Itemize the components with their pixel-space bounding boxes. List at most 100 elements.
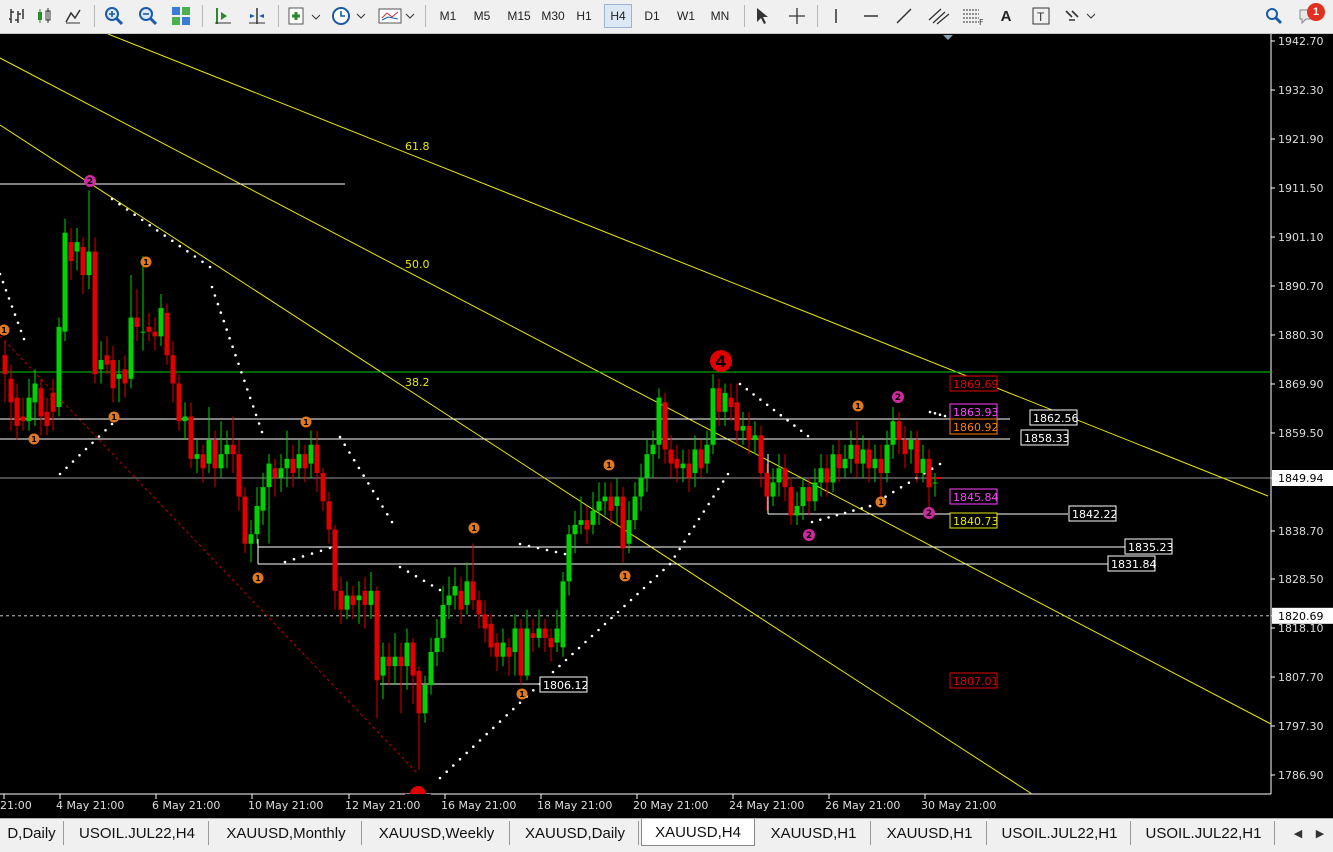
chart-tab[interactable]: D,Daily <box>0 821 64 845</box>
sar-dot <box>590 634 594 638</box>
price-tick-label: 1820.69 <box>1278 610 1324 623</box>
candlestick-icon[interactable] <box>33 4 55 28</box>
bar-chart-icon[interactable] <box>6 4 28 28</box>
candle-body <box>560 581 566 648</box>
templates-icon[interactable] <box>378 4 416 28</box>
sar-dot <box>319 549 323 553</box>
zoom-out-icon[interactable] <box>137 4 159 28</box>
candle-body <box>374 590 380 681</box>
zoom-in-icon[interactable] <box>103 4 125 28</box>
fibonacci-icon[interactable]: F <box>960 4 986 28</box>
candle-body <box>728 397 734 408</box>
chart-tab[interactable]: XAUUSD,H1 <box>873 821 987 845</box>
wave-marker-label: 1 <box>111 413 117 422</box>
wave-marker-label: 2 <box>87 177 93 187</box>
candle-body <box>836 454 842 469</box>
chart-tab[interactable]: XAUUSD,Monthly <box>211 821 362 845</box>
tile-windows-icon[interactable] <box>170 4 192 28</box>
candle-body <box>140 331 146 333</box>
wave-marker-label: 1 <box>878 498 884 507</box>
sar-dot <box>228 336 231 340</box>
candle-body <box>902 440 908 455</box>
candle-body <box>326 501 332 530</box>
candle-body <box>8 378 14 403</box>
tabs-scroll-right-icon[interactable]: ▶ <box>1312 823 1328 843</box>
candle-body <box>2 355 8 375</box>
candle-body <box>548 637 554 648</box>
candle-body <box>218 454 224 469</box>
sar-dot <box>163 234 167 237</box>
sar-dot <box>91 441 94 445</box>
candle-body <box>926 458 932 488</box>
trendline-icon[interactable] <box>893 4 915 28</box>
candle-body <box>110 359 116 389</box>
sar-dot <box>84 447 88 451</box>
candle-body <box>518 628 524 676</box>
price-tick-label: 1797.30 <box>1278 720 1324 733</box>
line-chart-icon[interactable] <box>62 4 84 28</box>
candle-body <box>284 458 290 469</box>
vertical-line-icon[interactable] <box>826 4 846 28</box>
chart-tab[interactable]: XAUUSD,Daily <box>512 821 639 845</box>
candle-body <box>20 416 26 422</box>
timeframe-mn-button[interactable]: MN <box>706 4 734 28</box>
tabs-scroll-left-icon[interactable]: ◀ <box>1290 823 1306 843</box>
price-chart[interactable]: 61.8 50.0 38.2 1869.69 1863.93 1860.92 1862.56… <box>0 33 1333 818</box>
sar-dot <box>765 403 769 407</box>
text-label-icon[interactable]: T <box>1030 4 1052 28</box>
timeframe-h4-button[interactable]: H4 <box>604 4 632 28</box>
svg-text:T: T <box>1037 10 1045 24</box>
chart-tab[interactable]: USOIL.JUL22,H1 <box>1133 821 1275 845</box>
timeframe-m5-button[interactable]: M5 <box>468 4 496 28</box>
candle-body <box>356 595 362 601</box>
chart-tab[interactable]: USOIL.JUL22,H1 <box>989 821 1131 845</box>
timeframe-m30-button[interactable]: M30 <box>536 4 570 28</box>
candle-body <box>68 242 74 262</box>
chart-tab[interactable]: XAUUSD,Weekly <box>364 821 510 845</box>
sar-dot <box>4 289 8 292</box>
chart-tab[interactable]: XAUUSD,H1 <box>757 821 871 845</box>
chart-tab[interactable]: XAUUSD,H4 <box>641 819 755 846</box>
candle-body <box>740 425 746 431</box>
candle-body <box>302 454 308 469</box>
cursor-icon[interactable] <box>750 4 774 28</box>
candle-body <box>890 421 896 445</box>
candle-body <box>866 449 872 469</box>
sar-dot <box>458 757 462 761</box>
chart-shift-icon[interactable] <box>246 4 268 28</box>
candle-body <box>338 590 344 610</box>
sar-dot <box>518 701 522 705</box>
sar-dot <box>110 197 114 201</box>
timeframe-d1-button[interactable]: D1 <box>638 4 666 28</box>
fib-level-label: 61.8 <box>405 140 430 153</box>
sar-dot <box>662 568 665 572</box>
autoscroll-icon[interactable] <box>212 4 234 28</box>
candle-body <box>194 454 200 459</box>
timeframe-m1-button[interactable]: M1 <box>434 4 462 28</box>
sar-dot <box>712 495 715 498</box>
time-tick-label: 20 May 21:00 <box>633 799 708 812</box>
crosshair-icon[interactable] <box>785 4 809 28</box>
sar-dot <box>683 540 686 543</box>
sar-dot <box>376 497 380 501</box>
sar-dot <box>928 410 932 414</box>
horizontal-line-icon[interactable] <box>860 4 882 28</box>
chart-tab[interactable]: USOIL.JUL22,H4 <box>66 821 209 845</box>
indicators-dropdown-icon[interactable] <box>287 4 321 28</box>
sar-dot <box>362 474 365 477</box>
periods-clock-icon[interactable] <box>331 4 367 28</box>
price-label-text: 1845.84 <box>953 491 999 504</box>
equidistant-channel-icon[interactable] <box>926 4 952 28</box>
sar-dot <box>178 244 182 248</box>
text-tool-icon[interactable]: A <box>996 4 1016 28</box>
search-icon[interactable] <box>1263 4 1285 28</box>
arrows-dropdown-icon[interactable] <box>1063 4 1099 28</box>
candle-body <box>164 312 170 356</box>
candle-body <box>644 454 650 478</box>
candle-body <box>170 355 176 384</box>
timeframe-h1-button[interactable]: H1 <box>570 4 598 28</box>
candle-body <box>332 529 338 591</box>
timeframe-w1-button[interactable]: W1 <box>672 4 700 28</box>
time-tick-label: 6 May 21:00 <box>152 799 220 812</box>
timeframe-m15-button[interactable]: M15 <box>502 4 536 28</box>
